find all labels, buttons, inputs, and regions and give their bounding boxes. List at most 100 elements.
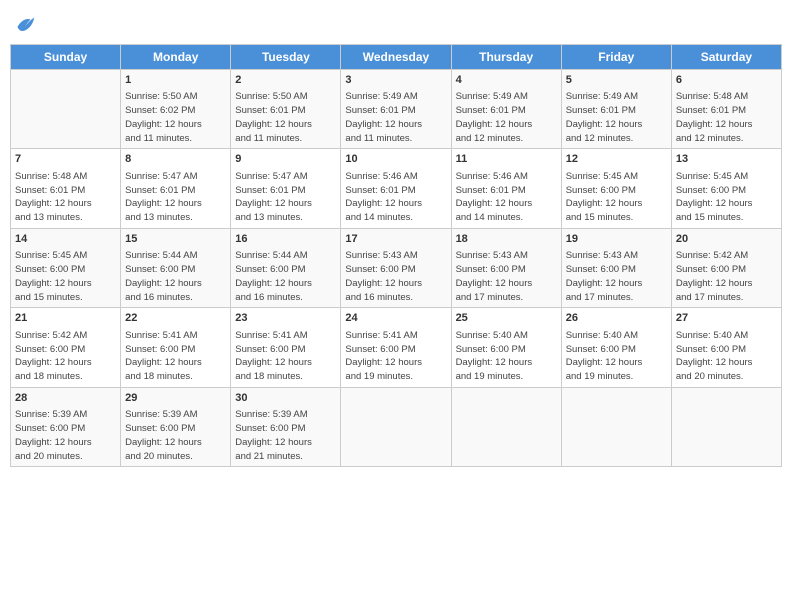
- day-info: Sunrise: 5:45 AM Sunset: 6:00 PM Dayligh…: [676, 170, 777, 225]
- calendar-day-cell: 12 Sunrise: 5:45 AM Sunset: 6:00 PM Dayli…: [561, 149, 671, 228]
- day-number: 17: [345, 232, 446, 247]
- day-number: 24: [345, 311, 446, 326]
- day-info: Sunrise: 5:44 AM Sunset: 6:00 PM Dayligh…: [125, 249, 226, 304]
- day-info: Sunrise: 5:46 AM Sunset: 6:01 PM Dayligh…: [456, 170, 557, 225]
- calendar-day-cell: 28 Sunrise: 5:39 AM Sunset: 6:00 PM Dayli…: [11, 387, 121, 466]
- day-number: 27: [676, 311, 777, 326]
- calendar-day-cell: 26Sunrise: 5:40 AM Sunset: 6:00 PM Dayli…: [561, 308, 671, 387]
- day-info: Sunrise: 5:49 AM Sunset: 6:01 PM Dayligh…: [345, 90, 446, 145]
- day-number: 29: [125, 391, 226, 406]
- day-number: 15: [125, 232, 226, 247]
- day-number: 3: [345, 73, 446, 88]
- day-number: 26: [566, 311, 667, 326]
- calendar-day-cell: 6 Sunrise: 5:48 AM Sunset: 6:01 PM Daylig…: [671, 70, 781, 149]
- day-number: 16: [235, 232, 336, 247]
- day-number: 11: [456, 152, 557, 167]
- day-number: 23: [235, 311, 336, 326]
- weekday-header-cell: Sunday: [11, 45, 121, 70]
- calendar-day-cell: [451, 387, 561, 466]
- day-info: Sunrise: 5:45 AM Sunset: 6:00 PM Dayligh…: [566, 170, 667, 225]
- weekday-header-cell: Saturday: [671, 45, 781, 70]
- day-info: Sunrise: 5:42 AM Sunset: 6:00 PM Dayligh…: [15, 329, 116, 384]
- day-info: Sunrise: 5:47 AM Sunset: 6:01 PM Dayligh…: [125, 170, 226, 225]
- weekday-header-row: SundayMondayTuesdayWednesdayThursdayFrid…: [11, 45, 782, 70]
- day-info: Sunrise: 5:39 AM Sunset: 6:00 PM Dayligh…: [125, 408, 226, 463]
- calendar-body: 1 Sunrise: 5:50 AM Sunset: 6:02 PM Daylig…: [11, 70, 782, 467]
- day-info: Sunrise: 5:42 AM Sunset: 6:00 PM Dayligh…: [676, 249, 777, 304]
- day-info: Sunrise: 5:40 AM Sunset: 6:00 PM Dayligh…: [676, 329, 777, 384]
- day-number: 8: [125, 152, 226, 167]
- calendar-day-cell: 25 Sunrise: 5:40 AM Sunset: 6:00 PM Dayli…: [451, 308, 561, 387]
- weekday-header-cell: Thursday: [451, 45, 561, 70]
- calendar-day-cell: 7Sunrise: 5:48 AM Sunset: 6:01 PM Daylig…: [11, 149, 121, 228]
- day-number: 5: [566, 73, 667, 88]
- calendar-day-cell: 15 Sunrise: 5:44 AM Sunset: 6:00 PM Dayli…: [121, 228, 231, 307]
- calendar-table: SundayMondayTuesdayWednesdayThursdayFrid…: [10, 44, 782, 467]
- day-info: Sunrise: 5:39 AM Sunset: 6:00 PM Dayligh…: [235, 408, 336, 463]
- calendar-week-row: 28 Sunrise: 5:39 AM Sunset: 6:00 PM Dayli…: [11, 387, 782, 466]
- calendar-header: SundayMondayTuesdayWednesdayThursdayFrid…: [11, 45, 782, 70]
- calendar-day-cell: 8 Sunrise: 5:47 AM Sunset: 6:01 PM Daylig…: [121, 149, 231, 228]
- calendar-day-cell: [11, 70, 121, 149]
- calendar-day-cell: 5 Sunrise: 5:49 AM Sunset: 6:01 PM Daylig…: [561, 70, 671, 149]
- day-info: Sunrise: 5:41 AM Sunset: 6:00 PM Dayligh…: [125, 329, 226, 384]
- day-number: 28: [15, 391, 116, 406]
- calendar-day-cell: 19Sunrise: 5:43 AM Sunset: 6:00 PM Dayli…: [561, 228, 671, 307]
- logo: [10, 10, 42, 38]
- day-number: 13: [676, 152, 777, 167]
- calendar-day-cell: 29 Sunrise: 5:39 AM Sunset: 6:00 PM Dayli…: [121, 387, 231, 466]
- day-number: 19: [566, 232, 667, 247]
- day-number: 21: [15, 311, 116, 326]
- calendar-week-row: 1 Sunrise: 5:50 AM Sunset: 6:02 PM Daylig…: [11, 70, 782, 149]
- day-info: Sunrise: 5:49 AM Sunset: 6:01 PM Dayligh…: [456, 90, 557, 145]
- day-info: Sunrise: 5:43 AM Sunset: 6:00 PM Dayligh…: [345, 249, 446, 304]
- day-info: Sunrise: 5:45 AM Sunset: 6:00 PM Dayligh…: [15, 249, 116, 304]
- day-number: 9: [235, 152, 336, 167]
- calendar-week-row: 21 Sunrise: 5:42 AM Sunset: 6:00 PM Dayli…: [11, 308, 782, 387]
- logo-icon: [10, 10, 38, 38]
- calendar-day-cell: [341, 387, 451, 466]
- calendar-day-cell: 14 Sunrise: 5:45 AM Sunset: 6:00 PM Dayli…: [11, 228, 121, 307]
- day-number: 25: [456, 311, 557, 326]
- calendar-day-cell: 16 Sunrise: 5:44 AM Sunset: 6:00 PM Dayli…: [231, 228, 341, 307]
- calendar-day-cell: [561, 387, 671, 466]
- day-number: 10: [345, 152, 446, 167]
- day-info: Sunrise: 5:50 AM Sunset: 6:02 PM Dayligh…: [125, 90, 226, 145]
- day-info: Sunrise: 5:47 AM Sunset: 6:01 PM Dayligh…: [235, 170, 336, 225]
- calendar-day-cell: 24 Sunrise: 5:41 AM Sunset: 6:00 PM Dayli…: [341, 308, 451, 387]
- calendar-day-cell: 17 Sunrise: 5:43 AM Sunset: 6:00 PM Dayli…: [341, 228, 451, 307]
- day-info: Sunrise: 5:44 AM Sunset: 6:00 PM Dayligh…: [235, 249, 336, 304]
- day-info: Sunrise: 5:39 AM Sunset: 6:00 PM Dayligh…: [15, 408, 116, 463]
- weekday-header-cell: Monday: [121, 45, 231, 70]
- day-number: 20: [676, 232, 777, 247]
- day-number: 30: [235, 391, 336, 406]
- calendar-day-cell: 18Sunrise: 5:43 AM Sunset: 6:00 PM Dayli…: [451, 228, 561, 307]
- calendar-day-cell: 27 Sunrise: 5:40 AM Sunset: 6:00 PM Dayli…: [671, 308, 781, 387]
- calendar-day-cell: 4 Sunrise: 5:49 AM Sunset: 6:01 PM Daylig…: [451, 70, 561, 149]
- day-number: 12: [566, 152, 667, 167]
- calendar-day-cell: 21 Sunrise: 5:42 AM Sunset: 6:00 PM Dayli…: [11, 308, 121, 387]
- calendar-week-row: 14 Sunrise: 5:45 AM Sunset: 6:00 PM Dayli…: [11, 228, 782, 307]
- day-info: Sunrise: 5:48 AM Sunset: 6:01 PM Dayligh…: [676, 90, 777, 145]
- day-info: Sunrise: 5:50 AM Sunset: 6:01 PM Dayligh…: [235, 90, 336, 145]
- page-header: [10, 10, 782, 38]
- day-number: 2: [235, 73, 336, 88]
- calendar-day-cell: 9 Sunrise: 5:47 AM Sunset: 6:01 PM Daylig…: [231, 149, 341, 228]
- weekday-header-cell: Friday: [561, 45, 671, 70]
- calendar-day-cell: 3 Sunrise: 5:49 AM Sunset: 6:01 PM Daylig…: [341, 70, 451, 149]
- day-info: Sunrise: 5:40 AM Sunset: 6:00 PM Dayligh…: [456, 329, 557, 384]
- day-info: Sunrise: 5:41 AM Sunset: 6:00 PM Dayligh…: [345, 329, 446, 384]
- day-number: 14: [15, 232, 116, 247]
- weekday-header-cell: Wednesday: [341, 45, 451, 70]
- day-number: 4: [456, 73, 557, 88]
- day-number: 6: [676, 73, 777, 88]
- calendar-week-row: 7Sunrise: 5:48 AM Sunset: 6:01 PM Daylig…: [11, 149, 782, 228]
- day-info: Sunrise: 5:49 AM Sunset: 6:01 PM Dayligh…: [566, 90, 667, 145]
- day-number: 18: [456, 232, 557, 247]
- calendar-day-cell: 2 Sunrise: 5:50 AM Sunset: 6:01 PM Daylig…: [231, 70, 341, 149]
- day-info: Sunrise: 5:46 AM Sunset: 6:01 PM Dayligh…: [345, 170, 446, 225]
- day-number: 1: [125, 73, 226, 88]
- calendar-day-cell: 30 Sunrise: 5:39 AM Sunset: 6:00 PM Dayli…: [231, 387, 341, 466]
- calendar-day-cell: [671, 387, 781, 466]
- calendar-day-cell: 1 Sunrise: 5:50 AM Sunset: 6:02 PM Daylig…: [121, 70, 231, 149]
